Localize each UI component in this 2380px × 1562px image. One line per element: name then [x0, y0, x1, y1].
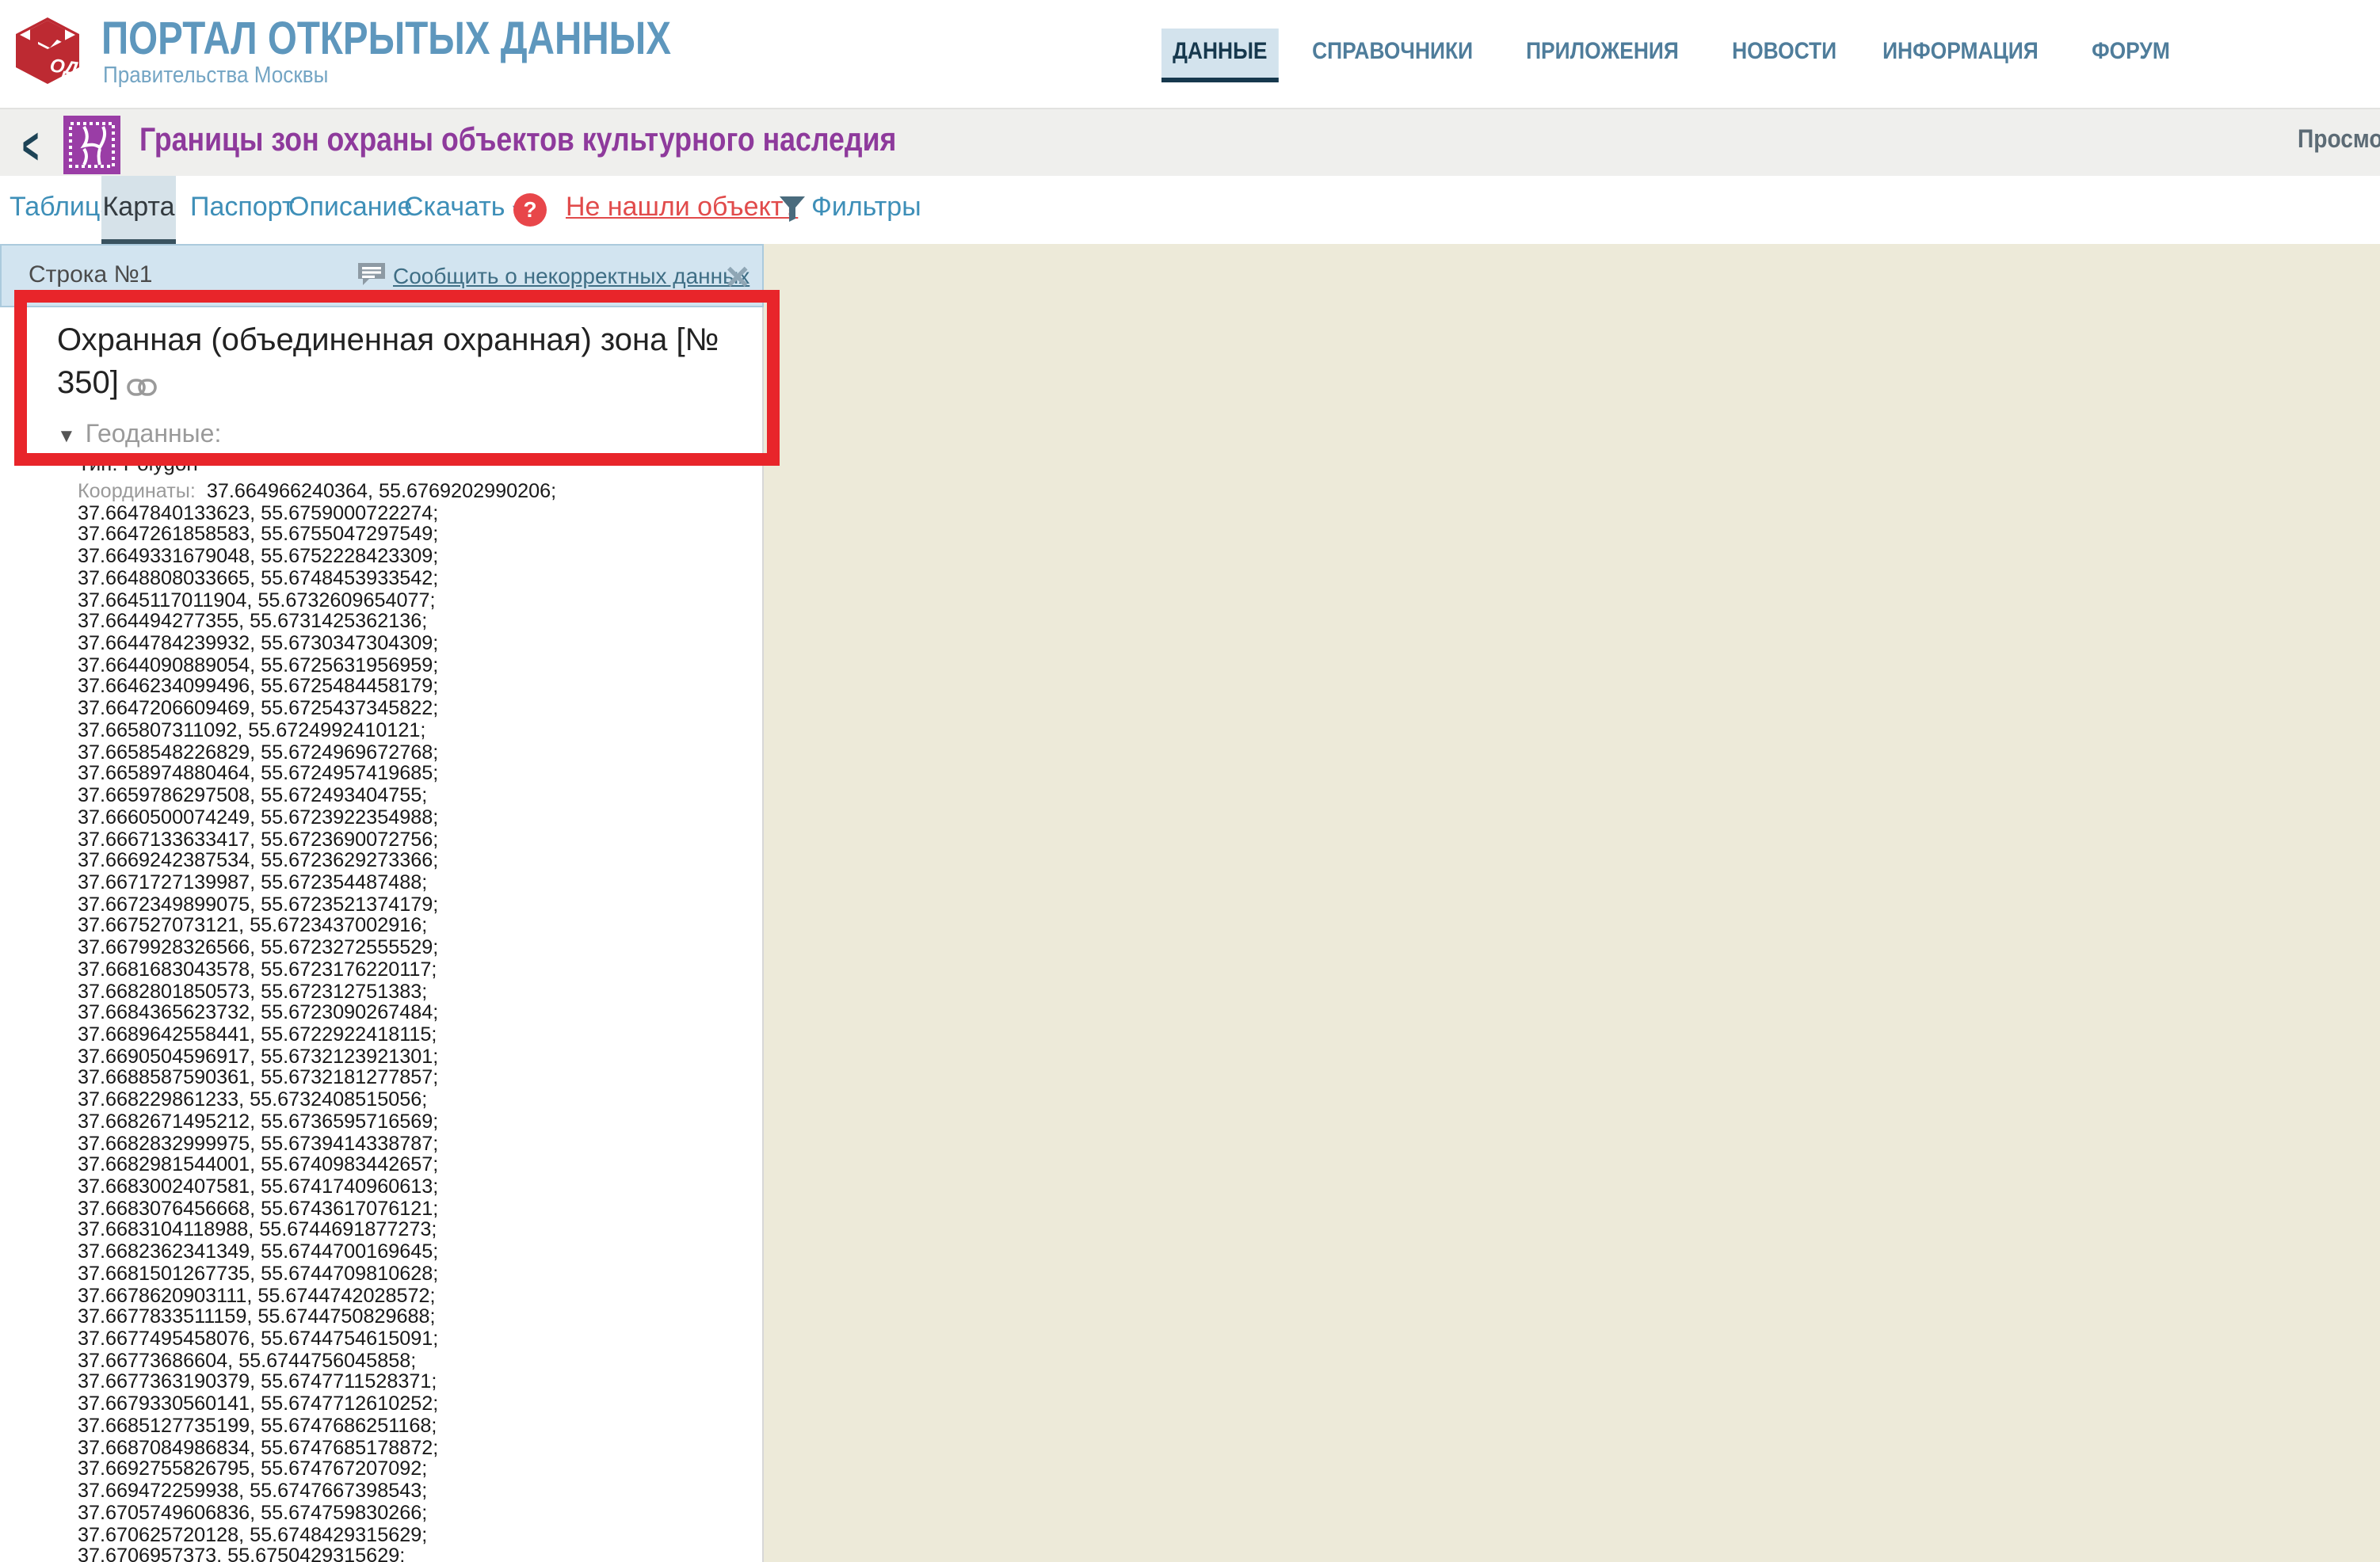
svg-text:ОД: ОД	[48, 55, 79, 80]
